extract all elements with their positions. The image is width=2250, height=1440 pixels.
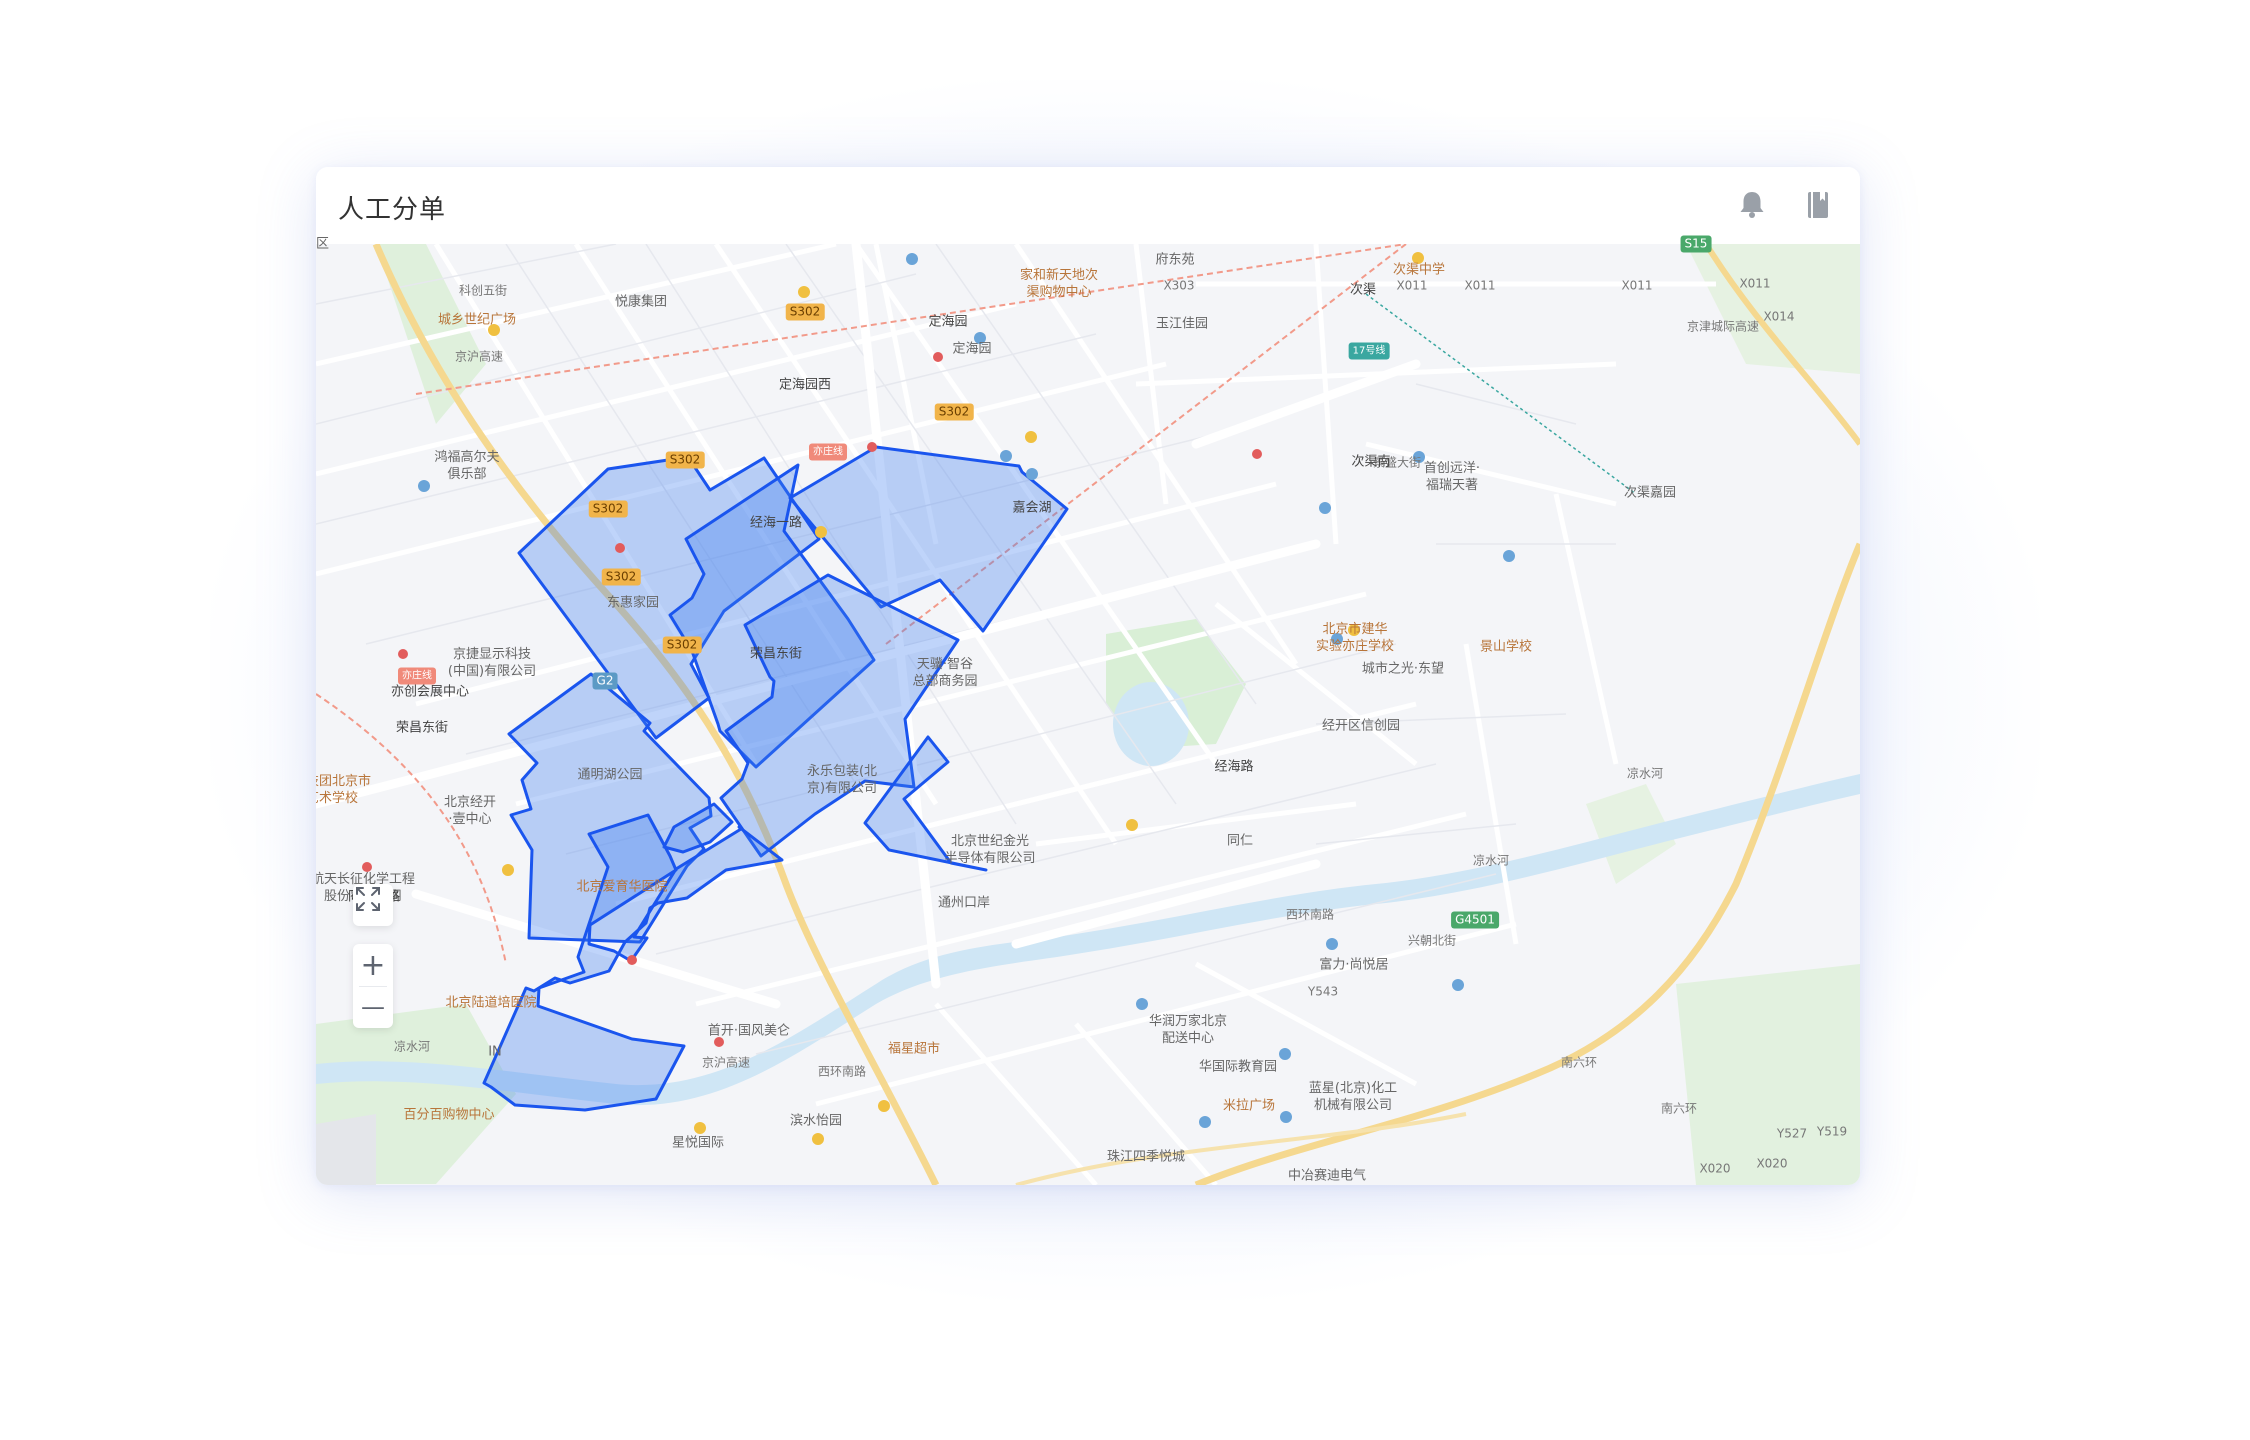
- delivery-zones[interactable]: [482, 445, 1069, 1112]
- page-title: 人工分单: [338, 195, 447, 225]
- book-icon[interactable]: [1800, 187, 1836, 223]
- fullscreen-button[interactable]: [353, 884, 393, 926]
- road-shield: S302: [665, 451, 705, 469]
- expand-icon: [356, 887, 380, 911]
- park-area: [1676, 964, 1860, 1185]
- road-shield: 17号线: [1348, 342, 1390, 360]
- zoom-out-button[interactable]: —: [353, 986, 393, 1028]
- park-area: [1686, 244, 1860, 374]
- bell-icon[interactable]: [1734, 187, 1770, 223]
- railway-line: [316, 693, 507, 965]
- panel-header: 人工分单: [316, 167, 1860, 245]
- lake-water: [1113, 682, 1189, 766]
- road-shield: S302: [785, 303, 825, 321]
- park-area: [376, 244, 486, 424]
- metro-line-17: [1365, 293, 1637, 495]
- urban-area: [316, 1114, 376, 1185]
- road-shield: G4501: [1451, 911, 1499, 929]
- road-shield: S302: [588, 500, 628, 518]
- road-shield: S15: [1680, 235, 1712, 253]
- road-shield: S302: [662, 636, 702, 654]
- road-shield: 亦庄线: [398, 667, 436, 685]
- road-shield: S302: [934, 403, 974, 421]
- map-canvas[interactable]: 科创五街 悦康集团 城乡世纪广场 京沪高速 鸿福高尔夫 俱乐部 定海园西 定海园 定海园 家和新…: [316, 235, 1860, 1185]
- road-shield: S302: [601, 568, 641, 586]
- zoom-control: + —: [353, 944, 393, 1028]
- railway-line: [415, 244, 1407, 395]
- zoom-in-button[interactable]: +: [353, 944, 393, 986]
- road-shield: 亦庄线: [809, 443, 847, 461]
- fullscreen-control[interactable]: [353, 884, 393, 926]
- map-base-layer: [316, 244, 1860, 1185]
- dispatch-panel: 人工分单 科创五街 悦康集团 城乡世纪广场 京沪高速 鸿福高尔夫 俱乐部 定海园…: [316, 167, 1860, 1185]
- road-shield: G2: [592, 672, 618, 690]
